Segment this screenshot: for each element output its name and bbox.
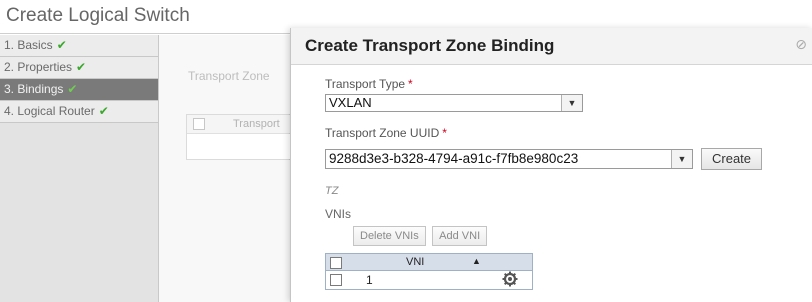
vni-toolbar: Delete VNIs Add VNI bbox=[353, 226, 489, 246]
table-row[interactable]: 1 bbox=[326, 271, 532, 289]
transport-zone-uuid-value: 9288d3e3-b328-4794-a91c-f7fb8e980c23 bbox=[329, 151, 579, 166]
chevron-down-icon[interactable]: ▼ bbox=[561, 95, 582, 111]
wizard-step-label: 4. Logical Router bbox=[4, 104, 95, 118]
modal-backdrop bbox=[159, 35, 289, 302]
uuid-label-text: Transport Zone UUID bbox=[325, 126, 440, 140]
wizard-step-label: 2. Properties bbox=[4, 60, 73, 74]
vni-table-header: VNI ▲ bbox=[326, 254, 532, 271]
check-icon: ✔ bbox=[67, 82, 78, 96]
transport-type-label-text: Transport Type bbox=[325, 77, 406, 91]
transport-zone-uuid-label: Transport Zone UUID * bbox=[325, 126, 447, 140]
tz-hint: TZ bbox=[325, 185, 339, 197]
select-all-vnis-checkbox[interactable] bbox=[330, 257, 342, 269]
close-icon[interactable]: ⊘ bbox=[795, 36, 807, 53]
gear-icon[interactable] bbox=[502, 271, 518, 287]
transport-zone-uuid-select[interactable]: 9288d3e3-b328-4794-a91c-f7fb8e980c23 ▼ bbox=[325, 149, 693, 169]
create-transport-zone-button[interactable]: Create bbox=[701, 148, 763, 170]
wizard-step-label: 1. Basics bbox=[4, 38, 53, 52]
vni-table: VNI ▲ 1 bbox=[325, 253, 533, 290]
delete-vnis-button[interactable]: Delete VNIs bbox=[353, 226, 426, 246]
wizard-step-logical-router[interactable]: 4. Logical Router ✔ bbox=[0, 101, 158, 123]
transport-type-value: VXLAN bbox=[329, 95, 372, 110]
add-vni-button[interactable]: Add VNI bbox=[432, 226, 488, 246]
wizard-step-bindings[interactable]: 3. Bindings ✔ bbox=[0, 79, 158, 101]
required-marker: * bbox=[442, 126, 447, 140]
check-icon: ✔ bbox=[98, 104, 109, 118]
required-marker: * bbox=[408, 77, 413, 91]
row-checkbox[interactable] bbox=[330, 274, 342, 286]
transport-type-label: Transport Type * bbox=[325, 77, 413, 91]
vnis-label: VNIs bbox=[325, 207, 352, 221]
vni-value: 1 bbox=[366, 273, 373, 287]
create-transport-zone-binding-dialog: Create Transport Zone Binding ⊘ Transpor… bbox=[290, 28, 812, 302]
check-icon: ✔ bbox=[76, 60, 87, 74]
chevron-down-icon[interactable]: ▼ bbox=[671, 150, 692, 168]
wizard-step-nav: 1. Basics ✔ 2. Properties ✔ 3. Bindings ✔ 4… bbox=[0, 35, 159, 302]
dialog-title: Create Transport Zone Binding bbox=[291, 28, 812, 65]
wizard-step-label: 3. Bindings bbox=[4, 82, 64, 96]
vni-column-header[interactable]: VNI bbox=[406, 256, 424, 268]
transport-type-select[interactable]: VXLAN ▼ bbox=[325, 94, 583, 112]
check-icon: ✔ bbox=[56, 38, 67, 52]
wizard-step-basics[interactable]: 1. Basics ✔ bbox=[0, 35, 158, 57]
wizard-step-properties[interactable]: 2. Properties ✔ bbox=[0, 57, 158, 79]
sort-up-icon[interactable]: ▲ bbox=[472, 256, 481, 266]
